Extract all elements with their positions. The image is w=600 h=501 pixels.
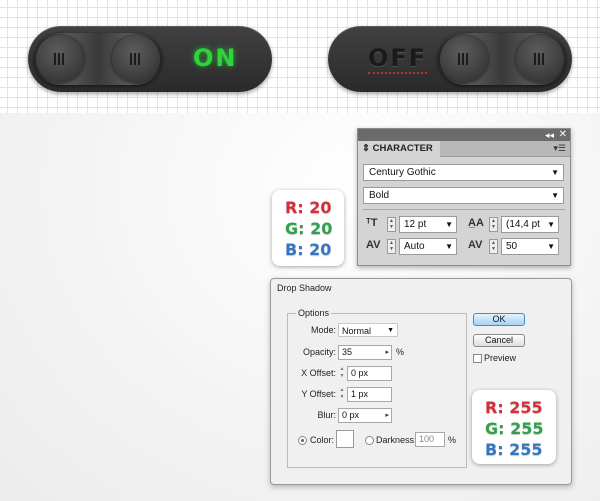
leading-icon: A̲A — [468, 217, 484, 229]
collapse-panel-icon[interactable]: ◂◂ — [545, 129, 554, 141]
tracking-value: 50 — [506, 241, 518, 252]
darkness-radio[interactable] — [365, 436, 374, 445]
rgb-color-card-255: R: 255 G: 255 B: 255 — [472, 390, 556, 464]
dropdown-arrow-icon: ▼ — [387, 327, 394, 334]
darkness-label: Darkness: — [376, 435, 417, 445]
dropdown-arrow-icon: ▼ — [547, 220, 555, 229]
kerning-tracking-row: AV ▲ ▼ Auto ▼ AV ▲ ▼ 50 ▼ — [358, 237, 572, 257]
font-size-icon: ᵀT — [366, 217, 378, 229]
font-style-value: Bold — [369, 190, 390, 201]
toggle-switch-on[interactable]: ON — [28, 26, 272, 92]
font-size-value: 12 pt — [404, 219, 427, 230]
preview-label: Preview — [484, 353, 517, 363]
shadow-color-swatch[interactable] — [336, 430, 354, 448]
dropdown-arrow-icon: ▼ — [551, 168, 559, 177]
blur-label: Blur: — [317, 410, 336, 420]
font-size-stepper[interactable]: ▲ ▼ — [387, 217, 396, 232]
close-panel-icon[interactable]: ✕ — [559, 129, 567, 141]
font-size-field[interactable]: 12 pt ▼ — [399, 216, 457, 233]
toggle-on-label: ON — [193, 44, 238, 72]
x-offset-label: X Offset: — [301, 368, 336, 378]
y-offset-label: Y Offset: — [301, 389, 336, 399]
kerning-field[interactable]: Auto ▼ — [399, 238, 457, 255]
ok-button[interactable]: OK — [473, 313, 525, 326]
leading-field[interactable]: (14,4 pt ▼ — [501, 216, 559, 233]
x-offset-value: 0 px — [351, 368, 369, 378]
color-label: Color: — [310, 435, 335, 445]
opacity-unit: % — [396, 347, 405, 357]
dropdown-arrow-icon: ▼ — [547, 242, 555, 251]
dialog-title: Drop Shadow — [277, 283, 332, 293]
grip-lines-icon — [130, 53, 142, 65]
grip-lines-icon — [458, 53, 470, 65]
font-family-value: Century Gothic — [369, 167, 436, 178]
font-style-select[interactable]: Bold ▼ — [363, 187, 564, 204]
font-family-select[interactable]: Century Gothic ▼ — [363, 164, 564, 181]
toggle-knob[interactable] — [438, 33, 566, 85]
x-offset-field[interactable]: 0 px — [347, 366, 392, 381]
leading-value: (14,4 pt — [506, 219, 540, 230]
mode-select[interactable]: Normal ▼ — [338, 323, 398, 337]
knob-cap-right — [516, 35, 564, 83]
character-panel: ◂◂ ✕ ⇕ CHARACTER ▾☰ Century Gothic ▼ Bol… — [357, 128, 571, 266]
tracking-field[interactable]: 50 ▼ — [501, 238, 559, 255]
options-legend: Options — [296, 308, 332, 318]
y-offset-field[interactable]: 1 px — [347, 387, 392, 402]
kerning-value: Auto — [404, 241, 425, 252]
dropdown-arrow-icon: ▼ — [445, 220, 453, 229]
rgb-green-value: G: 20 — [285, 219, 333, 238]
grip-lines-icon — [534, 53, 546, 65]
panel-titlebar[interactable]: ◂◂ ✕ — [358, 129, 570, 141]
blur-field[interactable]: 0 px ▸ — [338, 408, 392, 423]
blur-value: 0 px — [342, 410, 360, 420]
toggle-off-label: OFF — [368, 44, 428, 74]
knob-cap-right — [112, 35, 160, 83]
x-offset-stepper[interactable]: ▲ ▼ — [338, 366, 346, 381]
panel-tabbar: ⇕ CHARACTER ▾☰ — [358, 141, 570, 157]
color-radio[interactable] — [298, 436, 307, 445]
mode-value: Normal — [342, 326, 372, 336]
rgb-color-card-20: R: 20 G: 20 B: 20 — [272, 190, 344, 266]
opacity-value: 35 — [342, 347, 353, 357]
y-offset-stepper[interactable]: ▲ ▼ — [338, 387, 346, 402]
flyout-arrow-icon[interactable]: ▸ — [385, 346, 389, 359]
knob-cap-left — [36, 35, 84, 83]
cancel-button[interactable]: Cancel — [473, 334, 525, 347]
darkness-value: 100 — [419, 434, 435, 444]
knob-cap-left — [440, 35, 488, 83]
flyout-arrow-icon[interactable]: ▸ — [385, 409, 389, 422]
rgb-blue-value: B: 20 — [285, 240, 332, 259]
leading-stepper[interactable]: ▲ ▼ — [489, 217, 498, 232]
divider — [363, 209, 565, 210]
grip-lines-icon — [54, 53, 66, 65]
darkness-field[interactable]: 100 — [415, 432, 445, 447]
preview-checkbox[interactable] — [473, 354, 482, 363]
dropdown-arrow-icon: ▼ — [551, 191, 559, 200]
rgb-green-value: G: 255 — [485, 419, 544, 438]
opacity-label: Opacity: — [302, 347, 336, 357]
tracking-stepper[interactable]: ▲ ▼ — [489, 239, 498, 254]
kerning-stepper[interactable]: ▲ ▼ — [387, 239, 396, 254]
tab-character[interactable]: ⇕ CHARACTER — [358, 141, 440, 157]
y-offset-value: 1 px — [351, 389, 369, 399]
dropdown-arrow-icon: ▼ — [445, 242, 453, 251]
options-group: Options Mode: Normal ▼ Opacity: 35 ▸ % X… — [287, 308, 467, 468]
opacity-field[interactable]: 35 ▸ — [338, 345, 392, 360]
panel-menu-icon[interactable]: ▾☰ — [553, 143, 566, 154]
toggle-switch-off[interactable]: OFF — [328, 26, 572, 92]
rgb-blue-value: B: 255 — [485, 440, 543, 459]
rgb-red-value: R: 20 — [285, 198, 332, 217]
rgb-red-value: R: 255 — [485, 398, 543, 417]
tracking-icon: AV — [468, 239, 483, 251]
kerning-icon: AV — [366, 239, 381, 251]
toggle-knob[interactable] — [34, 33, 162, 85]
size-leading-row: ᵀT ▲ ▼ 12 pt ▼ A̲A ▲ ▼ (14,4 pt ▼ — [358, 215, 572, 235]
darkness-unit: % — [448, 435, 457, 445]
mode-label: Mode: — [310, 325, 336, 335]
